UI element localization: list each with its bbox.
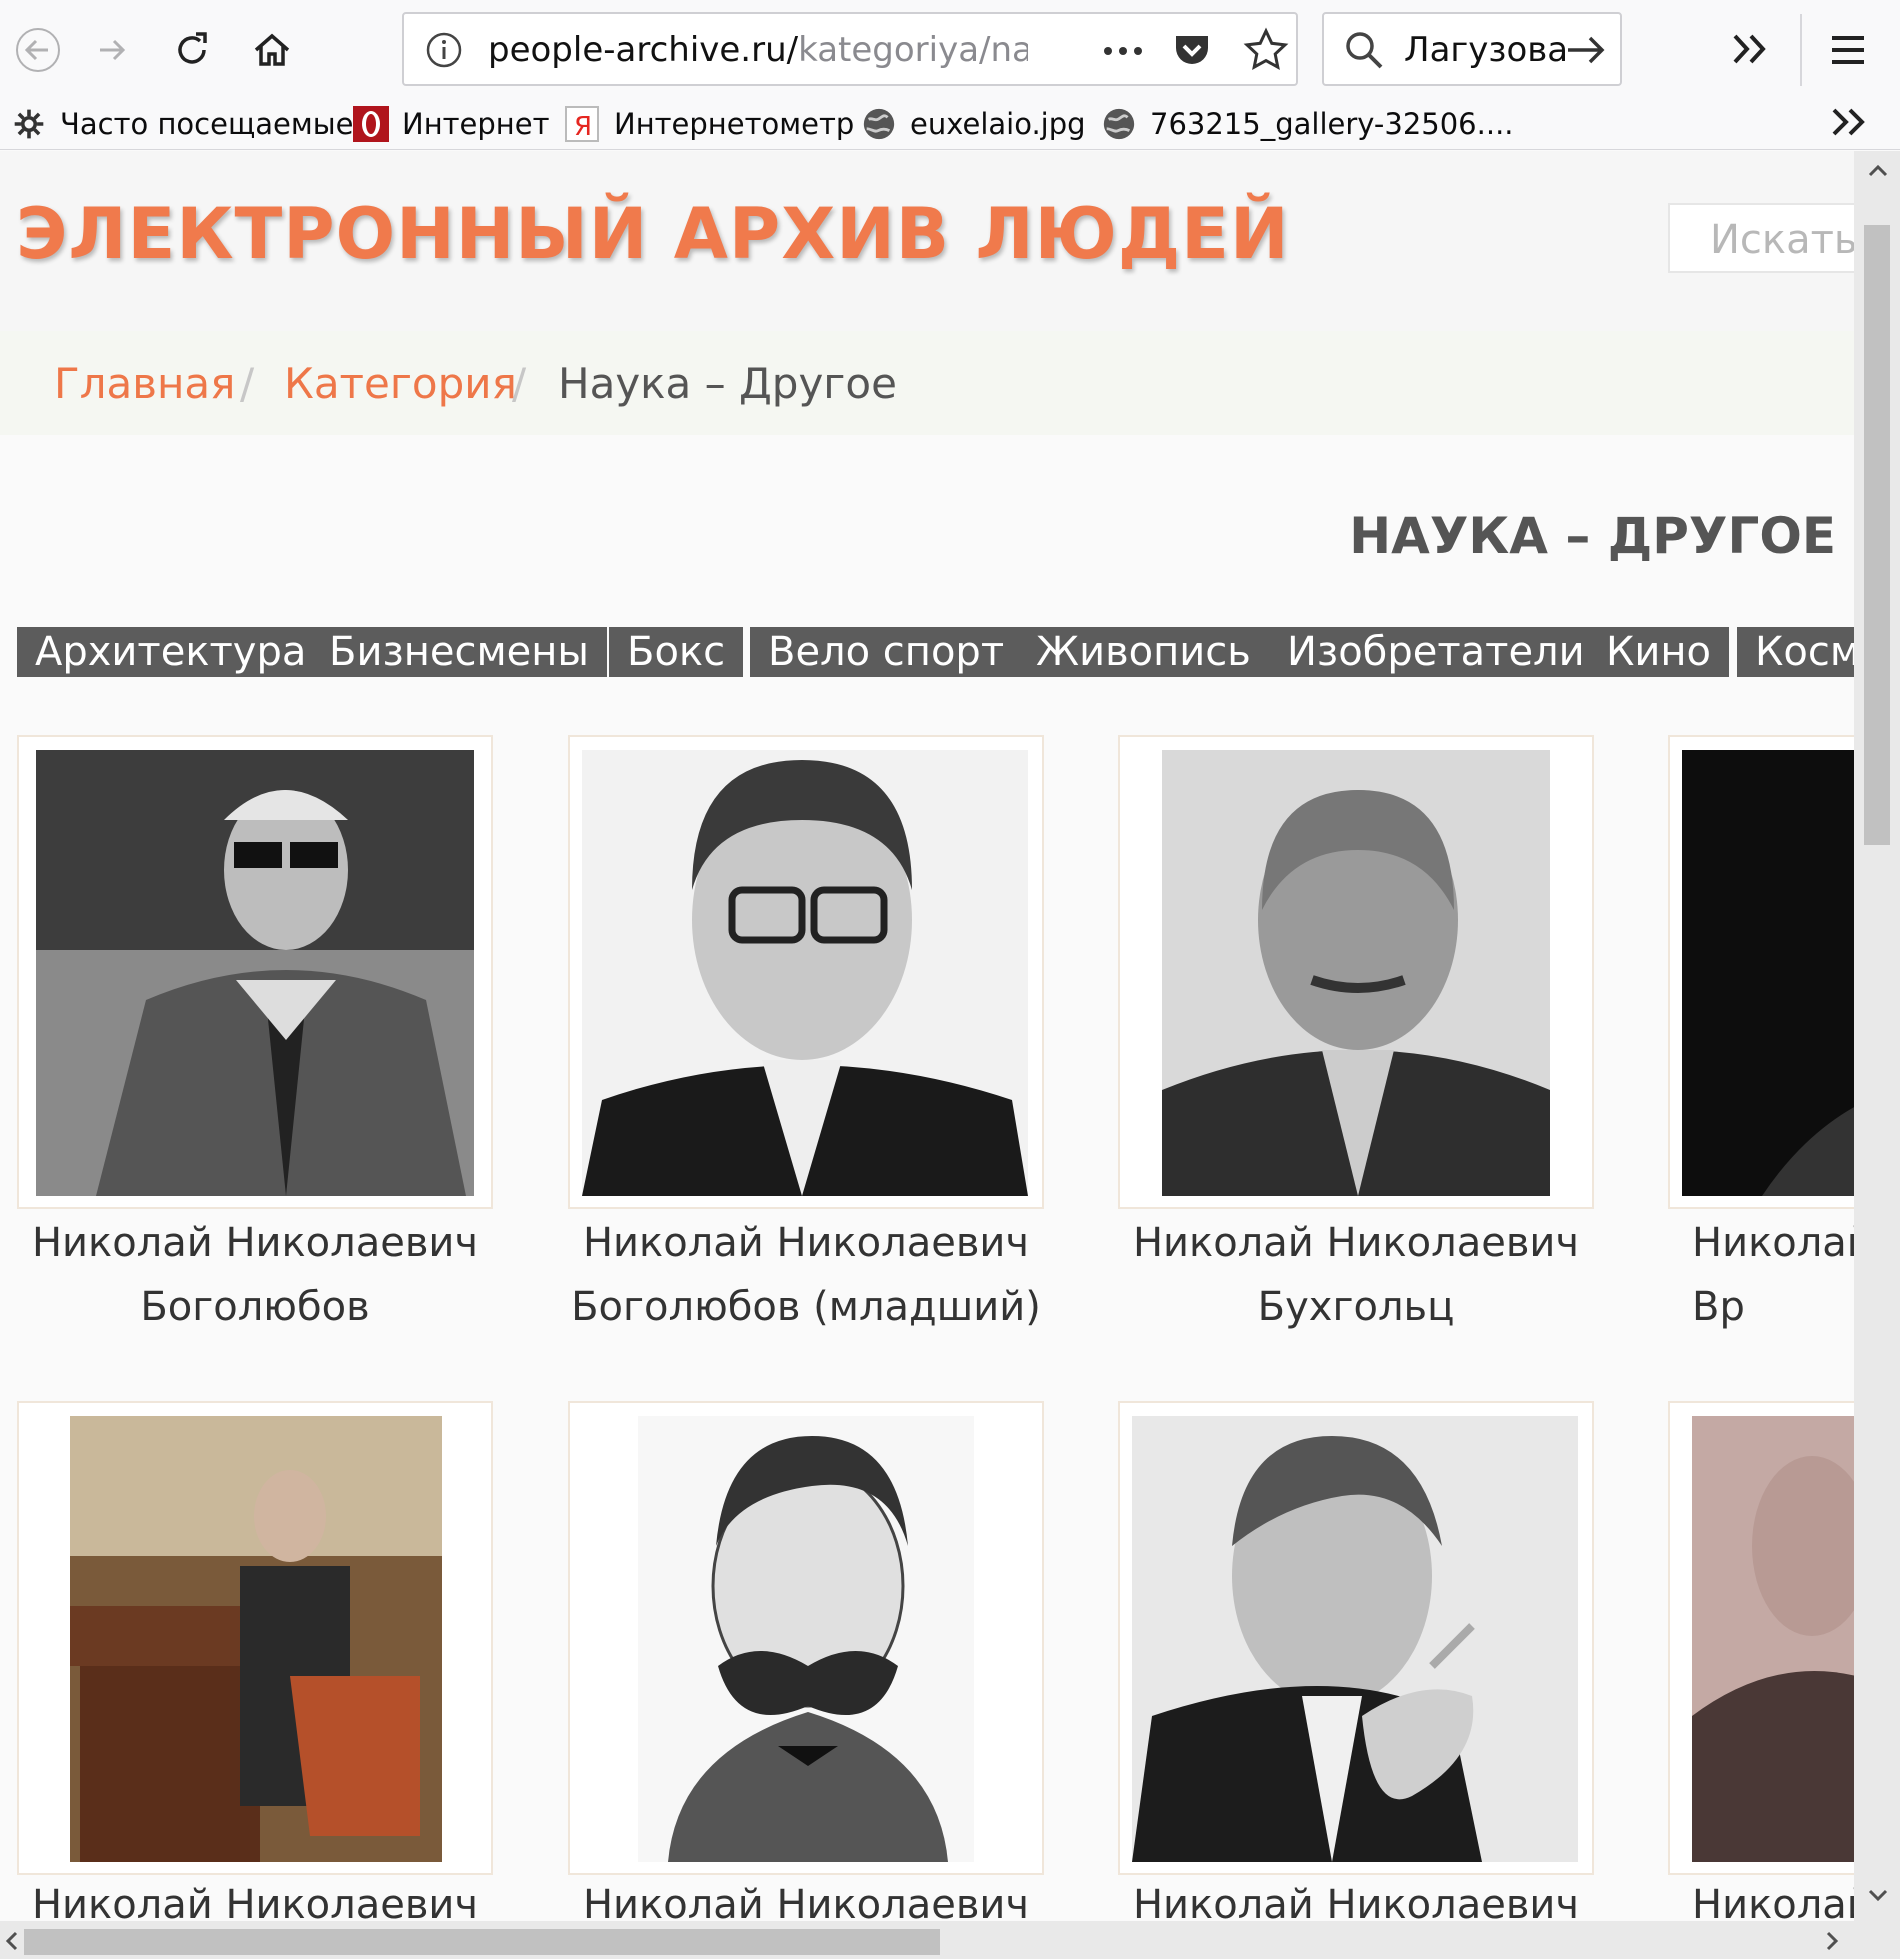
scroll-right-arrow-icon[interactable]	[1820, 1927, 1844, 1955]
person-photo[interactable]	[582, 750, 1028, 1196]
person-name[interactable]: Николай Николаевич Бухгольц	[1118, 1211, 1594, 1339]
person-card[interactable]	[1118, 1401, 1594, 1875]
bookmark-label: Интернетометр	[614, 107, 855, 141]
horizontal-scrollbar[interactable]	[0, 1921, 1854, 1959]
breadcrumb-home-link[interactable]: Главная	[54, 359, 235, 408]
person-card[interactable]	[1668, 1401, 1854, 1875]
vertical-scroll-thumb[interactable]	[1864, 225, 1890, 845]
tag-cycling[interactable]: Вело спорт	[750, 627, 1023, 677]
person-name[interactable]: Николай Вр	[1668, 1211, 1854, 1339]
bookmark-label: Часто посещаемые	[60, 107, 354, 141]
scroll-up-arrow-icon[interactable]	[1864, 157, 1892, 185]
gear-icon	[10, 105, 48, 143]
horizontal-scroll-thumb[interactable]	[24, 1929, 940, 1955]
scrollbar-corner	[1854, 1921, 1900, 1959]
tag-cinema[interactable]: Кино	[1588, 627, 1730, 677]
address-bar[interactable]: people-archive.ru/kategoriya/nauk	[402, 12, 1298, 86]
breadcrumb-current: Наука – Другое	[558, 359, 897, 408]
person-name[interactable]: Николай Николаевич Боголюбов	[17, 1211, 493, 1339]
site-header: ЭЛЕКТРОННЫЙ АРХИВ ЛЮДЕЙ Искать	[0, 151, 1854, 331]
globe-icon	[1100, 105, 1138, 143]
url-text[interactable]: people-archive.ru/kategoriya/nauk	[488, 30, 1028, 70]
scroll-down-arrow-icon[interactable]	[1864, 1881, 1892, 1909]
scroll-left-arrow-icon[interactable]	[2, 1927, 22, 1955]
tag-inventors[interactable]: Изобретатели	[1269, 627, 1603, 677]
breadcrumb-separator: /	[240, 359, 255, 408]
url-path: kategoriya/nauk	[798, 30, 1028, 70]
bookmark-item[interactable]: Интернет	[352, 104, 550, 144]
site-search-input[interactable]: Искать	[1668, 203, 1854, 273]
person-card[interactable]	[568, 1401, 1044, 1875]
go-arrow-icon[interactable]	[1564, 28, 1610, 72]
breadcrumb-separator: /	[512, 359, 527, 408]
back-button[interactable]	[0, 12, 76, 88]
bookmark-label: euxelaio.jpg	[910, 107, 1086, 141]
person-photo[interactable]	[1132, 1416, 1578, 1862]
search-icon	[1346, 32, 1383, 69]
person-card[interactable]	[1118, 735, 1594, 1209]
page-viewport: ЭЛЕКТРОННЫЙ АРХИВ ЛЮДЕЙ Искать Главная /…	[0, 151, 1854, 1921]
person-card[interactable]	[17, 735, 493, 1209]
person-name[interactable]: Николай	[1668, 1873, 1854, 1921]
person-photo[interactable]	[1162, 750, 1550, 1196]
vertical-scrollbar[interactable]	[1854, 151, 1900, 1921]
back-arrow-icon	[16, 28, 60, 72]
person-name[interactable]: Николай Николаевич	[1118, 1873, 1594, 1921]
tag-cosmonautics[interactable]: Косм	[1737, 627, 1854, 677]
tag-architecture[interactable]: Архитектура	[17, 627, 325, 677]
person-name[interactable]: Николай Николаевич	[17, 1873, 493, 1921]
bookmarks-overflow-icon[interactable]	[1826, 100, 1870, 144]
bookmark-item[interactable]: Часто посещаемые	[10, 104, 353, 144]
tag-painting[interactable]: Живопись	[1018, 627, 1269, 677]
forward-arrow-icon	[100, 39, 126, 61]
bookmark-item[interactable]: Я Интернетометр	[564, 104, 854, 144]
bookmark-star-icon[interactable]	[1242, 26, 1290, 74]
person-photo[interactable]	[638, 1416, 974, 1862]
globe-icon	[860, 105, 898, 143]
bookmark-label: 763215_gallery-32506....	[1150, 107, 1514, 141]
reload-icon	[178, 32, 207, 64]
person-card[interactable]	[568, 735, 1044, 1209]
forward-button[interactable]	[74, 12, 150, 88]
bookmark-item[interactable]: euxelaio.jpg	[860, 104, 1086, 144]
site-title[interactable]: ЭЛЕКТРОННЫЙ АРХИВ ЛЮДЕЙ	[16, 193, 1290, 275]
home-icon	[254, 33, 290, 66]
reload-button[interactable]	[154, 12, 230, 88]
svg-text:Я: Я	[574, 112, 592, 142]
person-name[interactable]: Николай Николаевич	[568, 1873, 1044, 1921]
site-search-placeholder: Искать	[1710, 217, 1854, 263]
tag-boxing[interactable]: Бокс	[609, 627, 744, 677]
toolbar-overflow-icon[interactable]	[1725, 24, 1775, 74]
toolbar-divider	[1800, 14, 1802, 86]
breadcrumb: Главная / Категория / Наука – Другое	[0, 331, 1854, 435]
page-title: НАУКА – ДРУГОЕ	[1349, 507, 1836, 565]
info-icon[interactable]	[424, 30, 464, 70]
person-card[interactable]	[1668, 735, 1854, 1209]
person-photo[interactable]	[1682, 750, 1854, 1196]
person-name[interactable]: Николай Николаевич Боголюбов (младший)	[568, 1211, 1044, 1339]
bookmark-item[interactable]: 763215_gallery-32506....	[1100, 104, 1514, 144]
browser-toolbar: people-archive.ru/kategoriya/nauk Лагузо…	[0, 0, 1900, 100]
person-card[interactable]	[17, 1401, 493, 1875]
person-photo[interactable]	[70, 1416, 442, 1862]
bookmarks-toolbar: Часто посещаемые Интернет Я Интернетомет…	[0, 100, 1900, 150]
browser-search-input[interactable]: Лагузова	[1404, 30, 1568, 70]
pocket-icon[interactable]	[1170, 28, 1214, 72]
browser-search-bar[interactable]: Лагузова	[1322, 12, 1622, 86]
yandex-icon: Я	[564, 105, 602, 143]
breadcrumb-category-link[interactable]: Категория	[284, 359, 517, 408]
tag-businessmen[interactable]: Бизнесмены	[311, 627, 607, 677]
person-photo[interactable]	[1692, 1416, 1854, 1862]
bookmark-label: Интернет	[402, 107, 550, 141]
opera-icon	[352, 105, 390, 143]
person-photo[interactable]	[36, 750, 474, 1196]
home-button[interactable]	[234, 12, 310, 88]
url-domain: people-archive.ru/	[488, 30, 799, 70]
hamburger-menu-icon[interactable]	[1822, 24, 1874, 76]
page-actions-icon[interactable]	[1098, 32, 1148, 70]
